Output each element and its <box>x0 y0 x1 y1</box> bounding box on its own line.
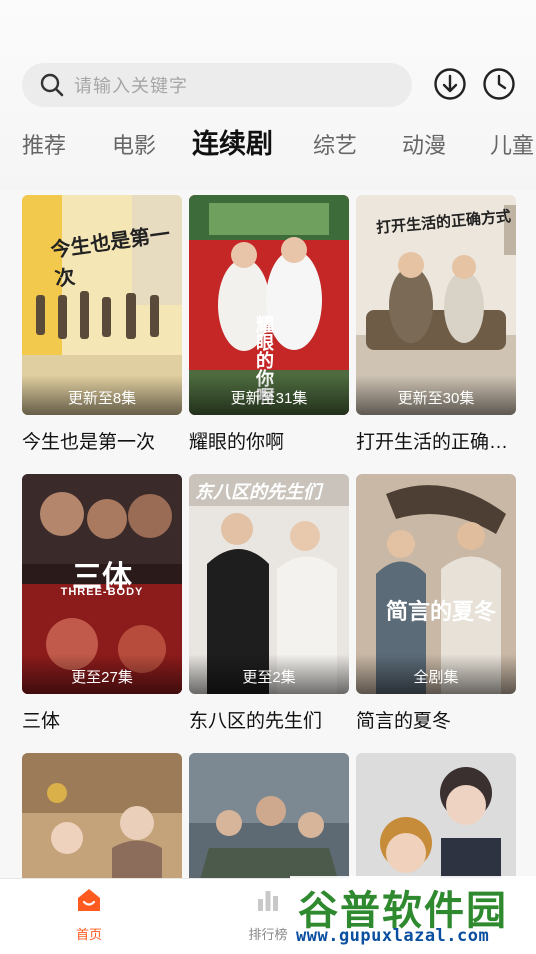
poster-title-art: 简言的夏冬 <box>386 599 497 624</box>
history-clock-icon[interactable] <box>482 67 516 101</box>
tab-series[interactable]: 连续剧 <box>192 126 273 162</box>
show-title: 今生也是第一次 <box>22 432 156 453</box>
show-poster: 打开生活的正确方式 更新至30集 <box>356 195 516 415</box>
show-poster: 东八区的先生们 更至2集 <box>189 474 349 694</box>
search-icon <box>30 63 74 107</box>
show-poster: 今生也是第一次 更新至8集 <box>22 195 182 415</box>
show-card[interactable]: 东八区的先生们 更至2集 东八区的先生们 <box>189 474 349 733</box>
tab-anime[interactable]: 动漫 <box>402 128 446 164</box>
show-card[interactable]: 今生也是第一次 更新至8集 今生也是第一次 <box>22 195 182 454</box>
show-card[interactable]: 简言的夏冬 全剧集 简言的夏冬 <box>356 474 516 733</box>
show-poster: 耀眼的你啊 更新至31集 <box>189 195 349 415</box>
poster-title-art: 东八区的先生们 <box>195 482 321 502</box>
nav-ranking-label: 排行榜 <box>248 927 288 942</box>
episode-badge: 更新至31集 <box>189 375 349 415</box>
nav-home-label: 首页 <box>75 927 102 942</box>
show-title: 三体 <box>22 711 61 732</box>
episode-badge: 更新至8集 <box>22 375 182 415</box>
episode-badge: 更新至30集 <box>356 375 516 415</box>
episode-badge: 全剧集 <box>356 654 516 694</box>
tab-variety[interactable]: 综艺 <box>313 128 357 164</box>
ranking-icon <box>254 887 282 918</box>
show-card[interactable]: 打开生活的正确方式 更新至30集 打开生活的正确… <box>356 195 516 454</box>
show-poster: 三体 THREE-BODY 更至27集 <box>22 474 182 694</box>
show-title: 东八区的先生们 <box>189 711 323 732</box>
poster-subtitle-art: THREE-BODY <box>60 586 144 598</box>
show-poster: 简言的夏冬 全剧集 <box>356 474 516 694</box>
watermark: 谷普软件园 www.gupuxlazal.com <box>290 876 536 954</box>
show-card[interactable]: 三体 THREE-BODY 更至27集 三体 <box>22 474 182 733</box>
show-title: 打开生活的正确… <box>356 432 509 453</box>
search-bar[interactable]: 请输入关键字 <box>22 63 412 107</box>
home-icon <box>75 887 103 918</box>
episode-badge: 更至2集 <box>189 654 349 694</box>
tab-recommend[interactable]: 推荐 <box>22 128 66 164</box>
search-placeholder: 请输入关键字 <box>74 76 188 96</box>
show-title: 简言的夏冬 <box>356 711 452 732</box>
download-icon[interactable] <box>433 67 467 101</box>
show-title: 耀眼的你啊 <box>189 432 285 453</box>
episode-badge: 更至27集 <box>22 654 182 694</box>
category-tabs: 推荐 电影 连续剧 综艺 动漫 儿童 <box>0 128 536 170</box>
nav-home[interactable]: 首页 <box>54 887 124 943</box>
tab-movies[interactable]: 电影 <box>112 128 156 164</box>
watermark-url: www.gupuxlazal.com <box>296 926 490 946</box>
tab-kids[interactable]: 儿童 <box>490 128 534 164</box>
show-card[interactable]: 耀眼的你啊 更新至31集 耀眼的你啊 <box>189 195 349 454</box>
